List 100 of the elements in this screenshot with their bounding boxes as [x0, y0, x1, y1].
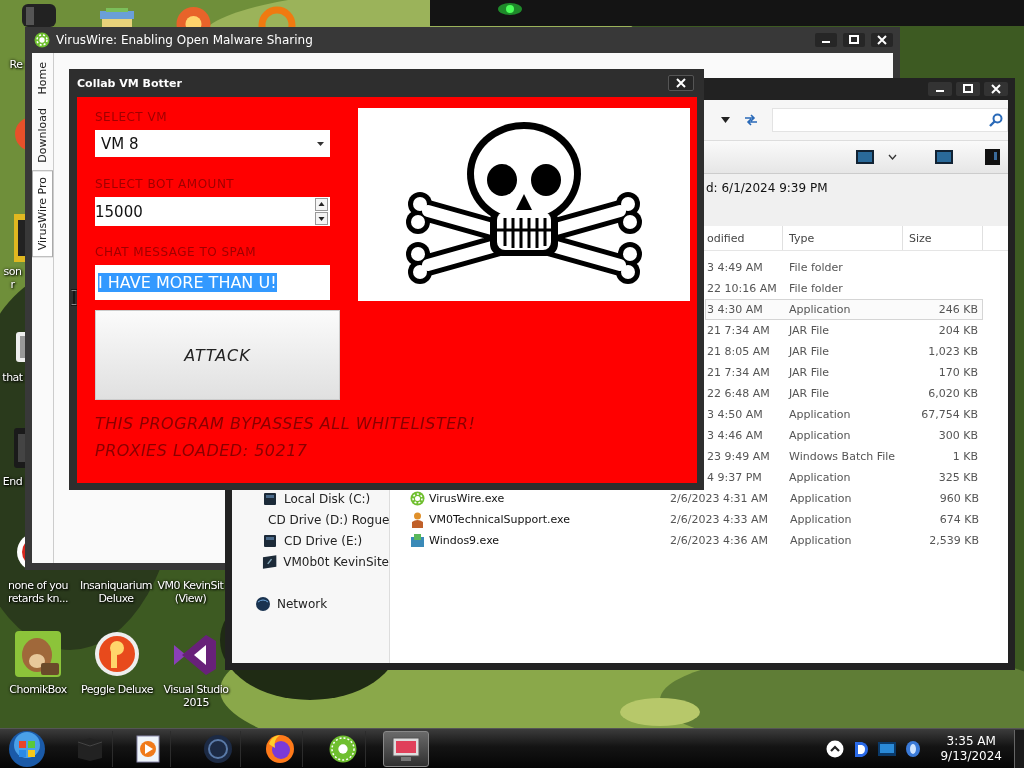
text-cursor-icon — [70, 289, 78, 306]
file-row[interactable]: 21 7:34 AM JAR File 204 KB — [705, 320, 983, 341]
type-cell: Application — [789, 429, 851, 442]
file-name[interactable]: VM0TechnicalSupport.exe — [429, 513, 571, 526]
file-row[interactable]: 3 4:50 AM Application 67,754 KB — [705, 404, 983, 425]
type-cell: Application — [789, 303, 851, 316]
nav-item[interactable]: Network — [277, 596, 328, 611]
bot-amount-field[interactable]: 15000 — [95, 197, 330, 226]
date-cell: 3 4:49 AM — [707, 261, 763, 274]
note-text: THIS PROGRAM BYPASSES ALL WHITELISTER! — [95, 413, 477, 435]
nav-item[interactable]: CD Drive (D:) Rogue — [268, 512, 390, 527]
nav-item[interactable]: Local Disk (C:) — [284, 491, 371, 506]
type-cell: Application — [790, 492, 852, 505]
globe-icon — [255, 595, 271, 612]
vm-dropdown[interactable]: VM 8 — [95, 130, 330, 157]
attack-button[interactable]: ATTACK — [95, 310, 340, 400]
close-button[interactable] — [984, 82, 1008, 96]
search-field[interactable] — [772, 108, 1008, 132]
animal-app-icon[interactable] — [15, 631, 61, 677]
file-row[interactable]: 21 8:05 AM JAR File 1,023 KB — [705, 341, 983, 362]
column-header[interactable]: Size — [909, 231, 932, 245]
size-cell: 246 KB — [938, 303, 978, 316]
icon-label: VM0 KevinSit (View) — [157, 579, 224, 605]
start-button[interactable] — [8, 729, 46, 768]
minimize-button[interactable] — [928, 82, 952, 96]
screen-icon — [262, 553, 278, 570]
search-icon — [989, 113, 1003, 127]
window-app-icon — [410, 533, 425, 548]
nav-item[interactable]: CD Drive (E:) — [284, 533, 363, 548]
column-header[interactable]: odified — [707, 231, 745, 245]
file-row[interactable]: 3 4:49 AM File folder — [705, 257, 983, 278]
file-name[interactable]: VirusWire.exe — [429, 492, 505, 505]
ball-icon[interactable] — [94, 631, 140, 677]
preview-pane-icon[interactable] — [935, 150, 953, 164]
wheel-icon — [328, 734, 357, 763]
glow-icon — [497, 2, 523, 16]
minimize-button[interactable] — [815, 33, 837, 47]
file-row[interactable]: 3 4:30 AM Application 246 KB — [705, 299, 983, 320]
field-label: SELECT BOT AMOUNT — [95, 177, 235, 191]
maximize-button[interactable] — [956, 82, 980, 96]
maximize-button[interactable] — [843, 33, 865, 47]
shield-icon[interactable] — [853, 739, 870, 758]
size-cell: 6,020 KB — [928, 387, 978, 400]
cylinder-icon[interactable] — [20, 4, 58, 27]
disc-icon[interactable] — [905, 739, 922, 758]
tab[interactable]: VirusWire Pro — [32, 170, 53, 258]
file-name[interactable]: Windos9.exe — [429, 534, 500, 547]
chevron-down-icon[interactable] — [888, 154, 897, 160]
clock-time[interactable]: 3:35 AM — [946, 733, 996, 749]
drive-icon — [262, 490, 278, 507]
wheel-icon — [410, 491, 425, 506]
refresh-icon[interactable] — [743, 112, 759, 128]
file-row[interactable]: Windos9.exe 2/6/2023 4:36 AM Application 2,539 KB — [390, 530, 983, 551]
date-cell: 2/6/2023 4:33 AM — [670, 513, 769, 526]
taskbar-button[interactable] — [383, 730, 429, 767]
close-button[interactable] — [668, 75, 694, 91]
clock-date[interactable]: 9/13/2024 — [940, 748, 1002, 764]
file-row[interactable]: VirusWire.exe 2/6/2023 4:31 AM Application 960 KB — [390, 488, 983, 509]
tab[interactable]: Home — [32, 55, 53, 102]
type-cell: Application — [789, 408, 851, 421]
file-row[interactable]: 22 6:48 AM JAR File 6,020 KB — [705, 383, 983, 404]
size-cell: 2,539 KB — [929, 534, 979, 547]
spin-down-button[interactable] — [315, 212, 328, 225]
size-cell: 170 KB — [938, 366, 978, 379]
date-cell: 21 7:34 AM — [707, 324, 770, 337]
file-row[interactable]: VM0TechnicalSupport.exe 2/6/2023 4:33 AM Application 674 KB — [390, 509, 983, 530]
icon-label: Visual Studio 2015 — [163, 683, 229, 709]
icon-label: son r — [3, 265, 22, 291]
type-cell: Application — [790, 513, 852, 526]
file-row[interactable]: 22 10:16 AM File folder — [705, 278, 983, 299]
display-icon[interactable] — [878, 741, 897, 756]
person-icon — [410, 511, 425, 528]
close-button[interactable] — [871, 33, 893, 47]
date-cell: 22 6:48 AM — [707, 387, 770, 400]
tab[interactable]: Download — [32, 101, 53, 171]
date-cell: 21 7:34 AM — [707, 366, 770, 379]
icon-label: Re — [9, 58, 23, 71]
icon-label: ChomikBox — [9, 683, 67, 696]
chevron-up-icon[interactable] — [826, 739, 845, 758]
file-row[interactable]: 3 4:46 AM Application 300 KB — [705, 425, 983, 446]
size-cell: 1 KB — [952, 450, 978, 463]
nav-item[interactable]: VM0b0t KevinSite — [283, 554, 389, 569]
caret-icon[interactable] — [721, 117, 730, 123]
details-text: d: 6/1/2024 9:39 PM — [706, 181, 828, 195]
spin-up-button[interactable] — [315, 198, 328, 211]
file-row[interactable]: 23 9:49 AM Windows Batch File 1 KB — [705, 446, 983, 467]
show-desktop-button[interactable] — [1014, 729, 1024, 768]
column-header[interactable]: Type — [789, 231, 815, 245]
help-icon[interactable] — [985, 149, 1000, 165]
view-icon[interactable] — [856, 150, 874, 164]
note-text: PROXIES LOADED: 50217 — [95, 440, 309, 462]
bow-tie-icon[interactable] — [172, 633, 218, 677]
size-cell: 1,023 KB — [928, 345, 978, 358]
date-cell: 3 4:50 AM — [707, 408, 763, 421]
file-row[interactable]: 4 9:37 PM Application 325 KB — [705, 467, 983, 488]
size-cell: 325 KB — [938, 471, 978, 484]
field-label: SELECT VM — [95, 110, 168, 124]
date-cell: 3 4:46 AM — [707, 429, 763, 442]
file-row[interactable]: 21 7:34 AM JAR File 170 KB — [705, 362, 983, 383]
icon-label: none of you retards kn... — [8, 579, 68, 605]
